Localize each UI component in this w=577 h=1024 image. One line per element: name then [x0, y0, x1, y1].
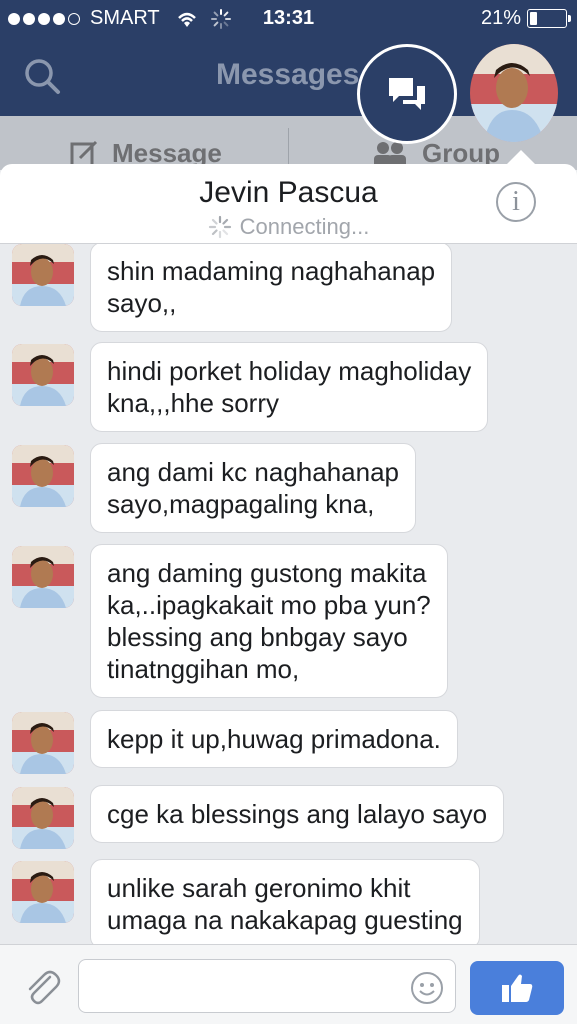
smiley-icon[interactable] — [410, 971, 444, 1005]
info-icon[interactable]: i — [496, 182, 536, 222]
sender-avatar[interactable] — [12, 445, 74, 507]
sender-avatar[interactable] — [12, 546, 74, 608]
message-list[interactable]: shin madaming naghahanap sayo,, hindi po… — [0, 244, 577, 944]
search-icon[interactable] — [22, 56, 62, 96]
message-bubble[interactable]: cge ka blessings ang lalayo sayo — [90, 785, 505, 843]
chat-head-pointer — [507, 150, 535, 164]
chat-bubbles-icon — [389, 78, 425, 110]
message-input[interactable] — [78, 959, 456, 1013]
message-bubble[interactable]: kepp it up,huwag primadona. — [90, 710, 458, 768]
sender-avatar[interactable] — [12, 244, 74, 306]
thumbs-up-icon — [502, 974, 533, 1002]
message-bubble[interactable]: ang daming gustong makita ka,..ipagkakai… — [90, 544, 448, 698]
status-bar: SMART 13:31 21% — [0, 0, 577, 38]
message-bubble[interactable]: hindi porket holiday magholiday kna,,,hh… — [90, 342, 489, 432]
paperclip-icon[interactable] — [20, 965, 62, 1007]
chat-heads-button[interactable] — [357, 44, 457, 144]
connection-status: Connecting... — [0, 214, 577, 240]
sender-avatar[interactable] — [12, 344, 74, 406]
like-send-button[interactable] — [470, 961, 564, 1015]
page-title: Messages — [216, 58, 360, 91]
battery-status: 21% — [480, 7, 571, 30]
connection-status-text: Connecting... — [239, 214, 370, 239]
contact-name: Jevin Pascua — [199, 176, 378, 209]
message-bubble[interactable]: shin madaming naghahanap sayo,, — [90, 244, 453, 332]
sender-avatar[interactable] — [12, 712, 74, 774]
message-bubble[interactable]: unlike sarah geronimo khit umaga na naka… — [90, 859, 480, 944]
sender-avatar[interactable] — [12, 787, 74, 849]
battery-percent: 21% — [480, 7, 521, 29]
conversation-header: Jevin Pascua Connecting... — [0, 164, 577, 244]
loading-spinner-icon — [208, 215, 231, 239]
composer-input-bar — [0, 944, 577, 1024]
sender-avatar[interactable] — [12, 861, 74, 923]
contact-chat-head-avatar[interactable] — [470, 44, 558, 142]
battery-icon — [527, 9, 571, 28]
message-bubble[interactable]: ang dami kc naghahanap sayo,magpagaling … — [90, 443, 417, 533]
divider — [288, 128, 289, 168]
